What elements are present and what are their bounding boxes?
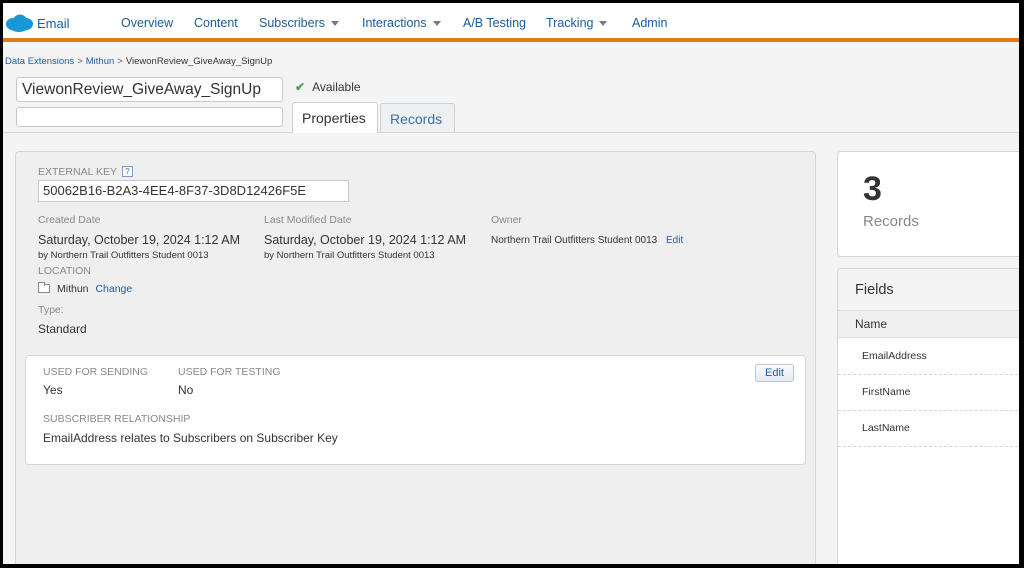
- app-name[interactable]: Email: [37, 16, 70, 31]
- salesforce-cloud-icon: [6, 14, 33, 32]
- owner-value: Northern Trail Outfitters Student 0013 E…: [491, 235, 684, 246]
- properties-panel: EXTERNAL KEY? 50062B16-B2A3-4EE4-8F37-3D…: [15, 151, 816, 564]
- breadcrumb-data-extensions[interactable]: Data Extensions: [5, 56, 74, 67]
- nav-overview[interactable]: Overview: [121, 16, 173, 30]
- location-value: Mithun Change: [57, 283, 133, 295]
- data-extension-name-input[interactable]: [16, 77, 283, 102]
- type-label: Type:: [38, 304, 64, 316]
- records-label: Records: [863, 213, 919, 230]
- tabs-divider: [3, 132, 1019, 133]
- used-for-sending-value: Yes: [43, 383, 63, 397]
- fields-panel: Fields Name EmailAddress FirstName LastN…: [837, 268, 1019, 564]
- type-value: Standard: [38, 322, 87, 336]
- breadcrumb-current: ViewonReview_GiveAway_SignUp: [125, 56, 273, 67]
- created-date-label: Created Date: [38, 214, 101, 226]
- table-row[interactable]: EmailAddress: [838, 339, 1019, 375]
- help-icon[interactable]: ?: [121, 166, 133, 177]
- location-change-link[interactable]: Change: [95, 283, 132, 295]
- created-date-value: Saturday, October 19, 2024 1:12 AM: [38, 233, 240, 247]
- edit-settings-button[interactable]: Edit: [755, 364, 794, 382]
- status-indicator: ✔ Available: [295, 80, 361, 94]
- nav-ab-testing[interactable]: A/B Testing: [463, 16, 526, 30]
- modified-date-value: Saturday, October 19, 2024 1:12 AM: [264, 233, 466, 247]
- external-key-label: EXTERNAL KEY?: [38, 166, 133, 178]
- used-for-testing-value: No: [178, 383, 194, 397]
- column-name-label: Name: [855, 317, 888, 331]
- nav-tracking[interactable]: Tracking: [546, 16, 608, 30]
- chevron-down-icon: [432, 21, 441, 27]
- checkmark-icon: ✔: [295, 80, 306, 94]
- nav-subscribers[interactable]: Subscribers: [259, 16, 339, 30]
- modified-date-label: Last Modified Date: [264, 214, 352, 226]
- used-for-testing-label: USED FOR TESTING: [178, 366, 281, 378]
- folder-icon: [38, 282, 50, 293]
- table-row[interactable]: LastName: [838, 411, 1019, 447]
- fields-title: Fields: [855, 282, 894, 298]
- tab-properties[interactable]: Properties: [292, 102, 378, 133]
- top-nav: Email Overview Content Subscribers Inter…: [3, 3, 1019, 42]
- breadcrumb-separator: >: [117, 56, 123, 67]
- chevron-down-icon: [599, 21, 608, 27]
- fields-header: Fields: [838, 269, 1019, 311]
- subscriber-relationship-label: SUBSCRIBER RELATIONSHIP: [43, 413, 191, 425]
- tab-records[interactable]: Records: [380, 103, 455, 132]
- nav-content[interactable]: Content: [194, 16, 238, 30]
- subscriber-relationship-value: EmailAddress relates to Subscribers on S…: [43, 431, 338, 445]
- breadcrumb-folder[interactable]: Mithun: [86, 56, 115, 67]
- nav-admin[interactable]: Admin: [632, 16, 667, 30]
- owner-edit-link[interactable]: Edit: [666, 235, 683, 246]
- external-key-field[interactable]: 50062B16-B2A3-4EE4-8F37-3D8D12426F5E: [38, 180, 349, 202]
- status-text: Available: [312, 80, 361, 94]
- fields-column-header[interactable]: Name: [838, 311, 1019, 338]
- breadcrumb-separator: >: [77, 56, 83, 67]
- table-row[interactable]: FirstName: [838, 375, 1019, 411]
- description-input[interactable]: [16, 107, 283, 127]
- breadcrumb: Data Extensions > Mithun > ViewonReview_Give…: [5, 56, 272, 67]
- sending-settings-panel: USED FOR SENDING Yes USED FOR TESTING No…: [25, 355, 806, 465]
- modified-by-value: by Northern Trail Outfitters Student 001…: [264, 250, 435, 261]
- location-label: LOCATION: [38, 265, 91, 277]
- nav-interactions[interactable]: Interactions: [362, 16, 441, 30]
- records-count-card: 3 Records: [837, 151, 1019, 257]
- used-for-sending-label: USED FOR SENDING: [43, 366, 149, 378]
- created-by-value: by Northern Trail Outfitters Student 001…: [38, 250, 209, 261]
- owner-label: Owner: [491, 214, 522, 226]
- app-window: Email Overview Content Subscribers Inter…: [3, 3, 1019, 564]
- records-count: 3: [863, 170, 882, 208]
- chevron-down-icon: [331, 21, 339, 27]
